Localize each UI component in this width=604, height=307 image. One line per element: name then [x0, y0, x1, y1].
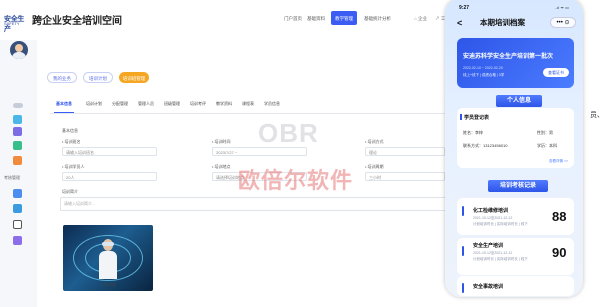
nav-home[interactable]: 门户首页 [284, 16, 302, 22]
tab-allocation[interactable]: 分配管理 [112, 101, 128, 107]
field-label-class-name: • 培训班名 [62, 139, 81, 144]
banner-dates: 2022-02-10 ~ 2022-02-20 [463, 66, 503, 70]
record-score: 88 [552, 209, 567, 224]
building-icon: ⌂ [414, 16, 417, 21]
banner-title: 安迪苏科学安全生产培训第一批次 [463, 54, 554, 60]
avatar-head [15, 44, 23, 52]
banner-meta: 线上+线下 | 成绩合格 | 3学 [463, 73, 505, 77]
record-date: 2021-10-12至2021-12-12 [473, 251, 513, 255]
table-icon[interactable] [13, 220, 22, 229]
view-details-link[interactable]: 查看详情 >> [549, 159, 568, 164]
back-icon[interactable]: < [457, 18, 462, 28]
nav-statistics[interactable]: 基础统计分析 [364, 16, 391, 22]
quick-tab-training-plan[interactable]: 培训计划 [83, 72, 113, 83]
tab-managers[interactable]: 管理人员 [138, 101, 154, 107]
tab-schedule[interactable]: 课程表 [242, 101, 254, 107]
avatar-body [12, 52, 26, 59]
phone-page-title: 本期培训档案 [480, 18, 525, 27]
field-label-period: • 培训周期 [365, 164, 384, 169]
logo: 安全生产 SAFETY [4, 14, 26, 33]
record-accent-bar [462, 246, 464, 256]
watermark-text: 欧倍尔软件 [238, 168, 354, 193]
toggle-icon[interactable] [13, 103, 23, 108]
watermark-logo: OBR [258, 118, 319, 148]
student-gender: 性别：男 [537, 130, 553, 135]
tab-students[interactable]: 学员信息 [264, 101, 280, 107]
chart-icon[interactable] [13, 189, 22, 198]
phone-time: 9:27 [459, 5, 470, 11]
tab-divider [50, 113, 480, 114]
cover-caption: 上传封面 [100, 282, 116, 287]
wrench-icon: ↗ [435, 16, 440, 21]
tab-evaluation[interactable]: 培训考评 [190, 101, 206, 107]
doc-icon[interactable] [13, 204, 22, 213]
quick-tab-class-management[interactable]: 培训班管理 [119, 72, 149, 83]
phone-status-icons: ..ıl ᯤ ▭ [555, 5, 569, 10]
student-phone: 联系方式：13123456010 [463, 143, 508, 148]
personal-info-header: 个人信息 [496, 95, 542, 107]
record-title: 安全生产培训 [473, 243, 504, 249]
sidebar-section-label[interactable]: 考核管理 [4, 175, 20, 181]
app-title: 跨企业安全培训空间 [32, 16, 122, 27]
student-name: 姓名：李梓 [463, 130, 483, 135]
card-accent-bar [460, 114, 462, 120]
record-accent-bar [462, 206, 464, 216]
vr-person [99, 239, 117, 279]
stray-text: 员、 [590, 112, 604, 119]
nav-enterprise[interactable]: ⌂ 企业 [414, 16, 427, 22]
field-label-training-mode: • 培训方式 [365, 139, 384, 144]
record-accent-bar [462, 283, 464, 293]
menu-capsule-icon[interactable]: ••• ⊙ [550, 17, 576, 28]
trainee-count-input[interactable]: 20人 [62, 172, 157, 181]
nav-active-label: 教学管理 [335, 16, 353, 21]
record-title: 化工检维修培训 [473, 208, 509, 214]
section-label: 基本信息 [62, 128, 78, 133]
field-label-trainee-count: • 培训学员人 [62, 164, 85, 169]
period-input[interactable]: 三小时 [365, 172, 445, 181]
nav-enterprise-label: 企业 [417, 16, 427, 21]
tab-materials[interactable]: 教学资料 [216, 101, 232, 107]
record-score: 90 [552, 245, 567, 260]
note-label: 培训简介 [62, 189, 78, 194]
intro-textarea[interactable]: 请输入培训简介... [60, 197, 490, 211]
quick-tab-my-business[interactable]: 我的业务 [47, 72, 77, 83]
nav-basic-data[interactable]: 基础资料 [307, 16, 325, 22]
record-date: 2021-10-12至2021-12-12 [473, 216, 513, 220]
tab-training-plan[interactable]: 培训计划 [86, 101, 102, 107]
training-mode-select[interactable]: 理论 [365, 147, 445, 156]
class-name-input[interactable]: 请输入培训班名 [62, 147, 157, 156]
user-icon[interactable] [13, 236, 22, 245]
field-label-location: • 培训地点 [212, 164, 231, 169]
tab-basic-info[interactable]: 基本信息 [56, 101, 72, 107]
sidebar [0, 40, 37, 307]
clock-icon[interactable] [13, 156, 22, 165]
tab-class[interactable]: 班级管理 [164, 101, 180, 107]
vr-person-body [99, 251, 117, 279]
book-icon[interactable] [13, 141, 22, 150]
home-icon[interactable] [13, 115, 22, 124]
record-meta: 计划培训时长 | 实际培训时长 | 线下 [473, 222, 528, 226]
record-meta: 计划培训时长 | 实际培训时长 | 线下 [473, 257, 528, 261]
avatar[interactable] [10, 41, 28, 59]
record-title: 安全事故培训 [473, 284, 504, 290]
nav-teaching-management[interactable]: 教学管理 [331, 11, 357, 25]
field-label-training-time: • 培训时间 [212, 139, 231, 144]
view-certificate-button[interactable]: 查看证书 [543, 68, 569, 77]
logo-subtext: SAFETY [4, 21, 20, 26]
student-education: 学历：本科 [537, 143, 557, 148]
folder-icon[interactable] [13, 127, 22, 136]
training-banner [457, 38, 574, 88]
training-records-header: 培训考核记录 [488, 180, 548, 192]
vr-headset [102, 242, 114, 246]
student-card-title: 学员登记表 [464, 115, 490, 121]
